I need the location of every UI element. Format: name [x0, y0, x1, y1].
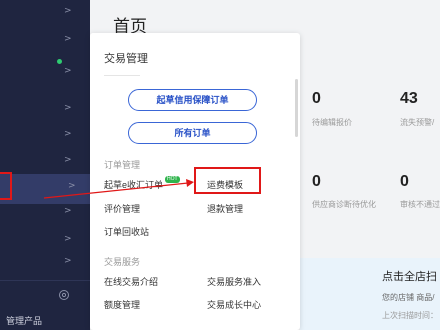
- trade-service-access-link[interactable]: 交易服务准入: [207, 275, 261, 288]
- chevron-right-icon: >: [64, 103, 72, 113]
- sidebar: > > > > > > > > > > 管理产品: [0, 0, 90, 330]
- promo-text: 您的店铺 商品/: [382, 293, 435, 302]
- stat-label: 审核不通过: [400, 200, 440, 209]
- sidebar-item-manage-products[interactable]: 管理产品: [6, 314, 42, 327]
- sidebar-divider: [0, 280, 90, 281]
- stat-value[interactable]: 0: [312, 90, 321, 108]
- chevron-right-icon: >: [64, 129, 72, 139]
- stat-label: 供应商诊断待优化: [312, 200, 376, 209]
- chevron-right-icon: >: [64, 256, 72, 266]
- scrollbar[interactable]: [295, 79, 298, 137]
- draft-credit-order-button[interactable]: 起草信用保障订单: [128, 89, 257, 111]
- sidebar-item-trade-management[interactable]: >: [0, 174, 90, 204]
- online-trade-intro-link[interactable]: 在线交易介绍: [104, 275, 158, 288]
- gear-icon[interactable]: [58, 289, 70, 301]
- chevron-right-icon: >: [68, 181, 76, 191]
- sidebar-item[interactable]: >: [0, 145, 90, 175]
- chevron-right-icon: >: [64, 234, 72, 244]
- draft-e-collection-order-link[interactable]: 起草e收汇订单HOT: [104, 176, 180, 191]
- promo-timestamp: 上次扫描时间：: [382, 311, 438, 320]
- trade-growth-center-link[interactable]: 交易成长中心: [207, 298, 261, 311]
- link-label: 起草e收汇订单: [104, 180, 164, 190]
- scan-promo-card: 点击全店扫 您的店铺 商品/ 上次扫描时间：: [300, 258, 440, 330]
- sidebar-item[interactable]: >: [0, 0, 90, 30]
- sidebar-item[interactable]: >: [0, 30, 90, 60]
- chevron-right-icon: >: [64, 206, 72, 216]
- review-management-link[interactable]: 评价管理: [104, 202, 140, 215]
- chevron-right-icon: >: [64, 34, 72, 44]
- chevron-right-icon: >: [64, 155, 72, 165]
- quota-management-link[interactable]: 额度管理: [104, 298, 140, 311]
- sidebar-item[interactable]: >: [0, 60, 90, 90]
- stat-label: 待编辑报价: [312, 118, 352, 127]
- sidebar-item[interactable]: >: [0, 250, 90, 280]
- hot-badge: HOT: [165, 176, 180, 183]
- chevron-right-icon: >: [64, 66, 72, 76]
- section-label-trade-services: 交易服务: [104, 257, 141, 267]
- highlight-box-sidebar: [0, 172, 12, 200]
- order-recycle-bin-link[interactable]: 订单回收站: [104, 225, 149, 238]
- stat-label: 流失预警/: [400, 118, 435, 127]
- stat-value[interactable]: 43: [400, 90, 418, 108]
- title-divider: [104, 75, 140, 76]
- promo-title[interactable]: 点击全店扫: [382, 268, 437, 284]
- stat-value[interactable]: 0: [312, 173, 321, 191]
- section-label-order-management: 订单管理: [104, 160, 141, 170]
- all-orders-button[interactable]: 所有订单: [128, 122, 257, 144]
- menu-title: 交易管理: [104, 53, 148, 65]
- refund-management-link[interactable]: 退款管理: [207, 202, 243, 215]
- sidebar-item[interactable]: >: [0, 90, 90, 120]
- stat-value[interactable]: 0: [400, 173, 409, 191]
- chevron-right-icon: >: [64, 6, 72, 16]
- highlight-box-shipping-template: [194, 167, 261, 194]
